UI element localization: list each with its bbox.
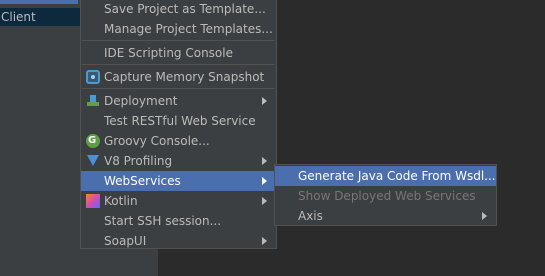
menu-item-label: WebServices (104, 174, 181, 188)
menu-item-label: Capture Memory Snapshot (104, 70, 265, 84)
menu-item-label: Generate Java Code From Wsdl... (298, 169, 496, 183)
menu-item-label: Manage Project Templates... (104, 22, 273, 36)
menu-item-label: V8 Profiling (104, 154, 173, 168)
menu-item-label: IDE Scripting Console (104, 46, 233, 60)
menu-separator (82, 40, 275, 41)
menu-item-label: Save Project as Template... (104, 2, 266, 16)
menu-separator (82, 88, 275, 89)
groovy-icon (86, 131, 100, 151)
tools-menu: Save Project as Template... Manage Proje… (80, 0, 277, 249)
kotlin-icon (86, 194, 100, 208)
camera-icon (86, 70, 100, 84)
submenu-arrow-icon (482, 212, 487, 220)
menu-item-ide-scripting-console[interactable]: IDE Scripting Console (81, 43, 276, 63)
webservices-submenu: Generate Java Code From Wsdl... Show Dep… (274, 164, 497, 226)
tree-item-label: Client (1, 10, 36, 24)
submenu-arrow-icon (262, 197, 267, 205)
submenu-arrow-icon (262, 177, 267, 185)
menu-item-test-restful-web-service[interactable]: Test RESTful Web Service (81, 111, 276, 131)
menu-item-label: Kotlin (104, 194, 138, 208)
menu-item-axis[interactable]: Axis (275, 206, 496, 226)
menu-item-label: SoapUI (104, 234, 147, 248)
deployment-icon (86, 94, 100, 108)
submenu-arrow-icon (262, 237, 267, 245)
menu-item-start-ssh-session[interactable]: Start SSH session... (81, 211, 276, 231)
menu-separator (82, 64, 275, 65)
menu-item-generate-java-code-from-wsdl[interactable]: Generate Java Code From Wsdl... (275, 166, 496, 186)
menu-item-save-project-as-template[interactable]: Save Project as Template... (81, 0, 276, 19)
submenu-arrow-icon (262, 97, 267, 105)
menu-item-deployment[interactable]: Deployment (81, 91, 276, 111)
menu-item-label: Groovy Console... (104, 134, 210, 148)
menu-item-soapui[interactable]: SoapUI (81, 231, 276, 251)
v8-icon (86, 154, 100, 168)
menu-item-label: Start SSH session... (104, 214, 222, 228)
menu-item-kotlin[interactable]: Kotlin (81, 191, 276, 211)
tree-row-selection-sliver (0, 0, 78, 4)
menu-item-capture-memory-snapshot[interactable]: Capture Memory Snapshot (81, 67, 276, 87)
menu-item-manage-project-templates[interactable]: Manage Project Templates... (81, 19, 276, 39)
menu-item-v8-profiling[interactable]: V8 Profiling (81, 151, 276, 171)
menu-item-label: Axis (298, 209, 323, 223)
menu-item-label: Test RESTful Web Service (104, 114, 256, 128)
menu-item-show-deployed-web-services[interactable]: Show Deployed Web Services (275, 186, 496, 206)
submenu-arrow-icon (262, 157, 267, 165)
menu-item-label: Show Deployed Web Services (298, 189, 476, 203)
menu-item-groovy-console[interactable]: Groovy Console... (81, 131, 276, 151)
menu-item-label: Deployment (104, 94, 178, 108)
menu-item-webservices[interactable]: WebServices (81, 171, 276, 191)
